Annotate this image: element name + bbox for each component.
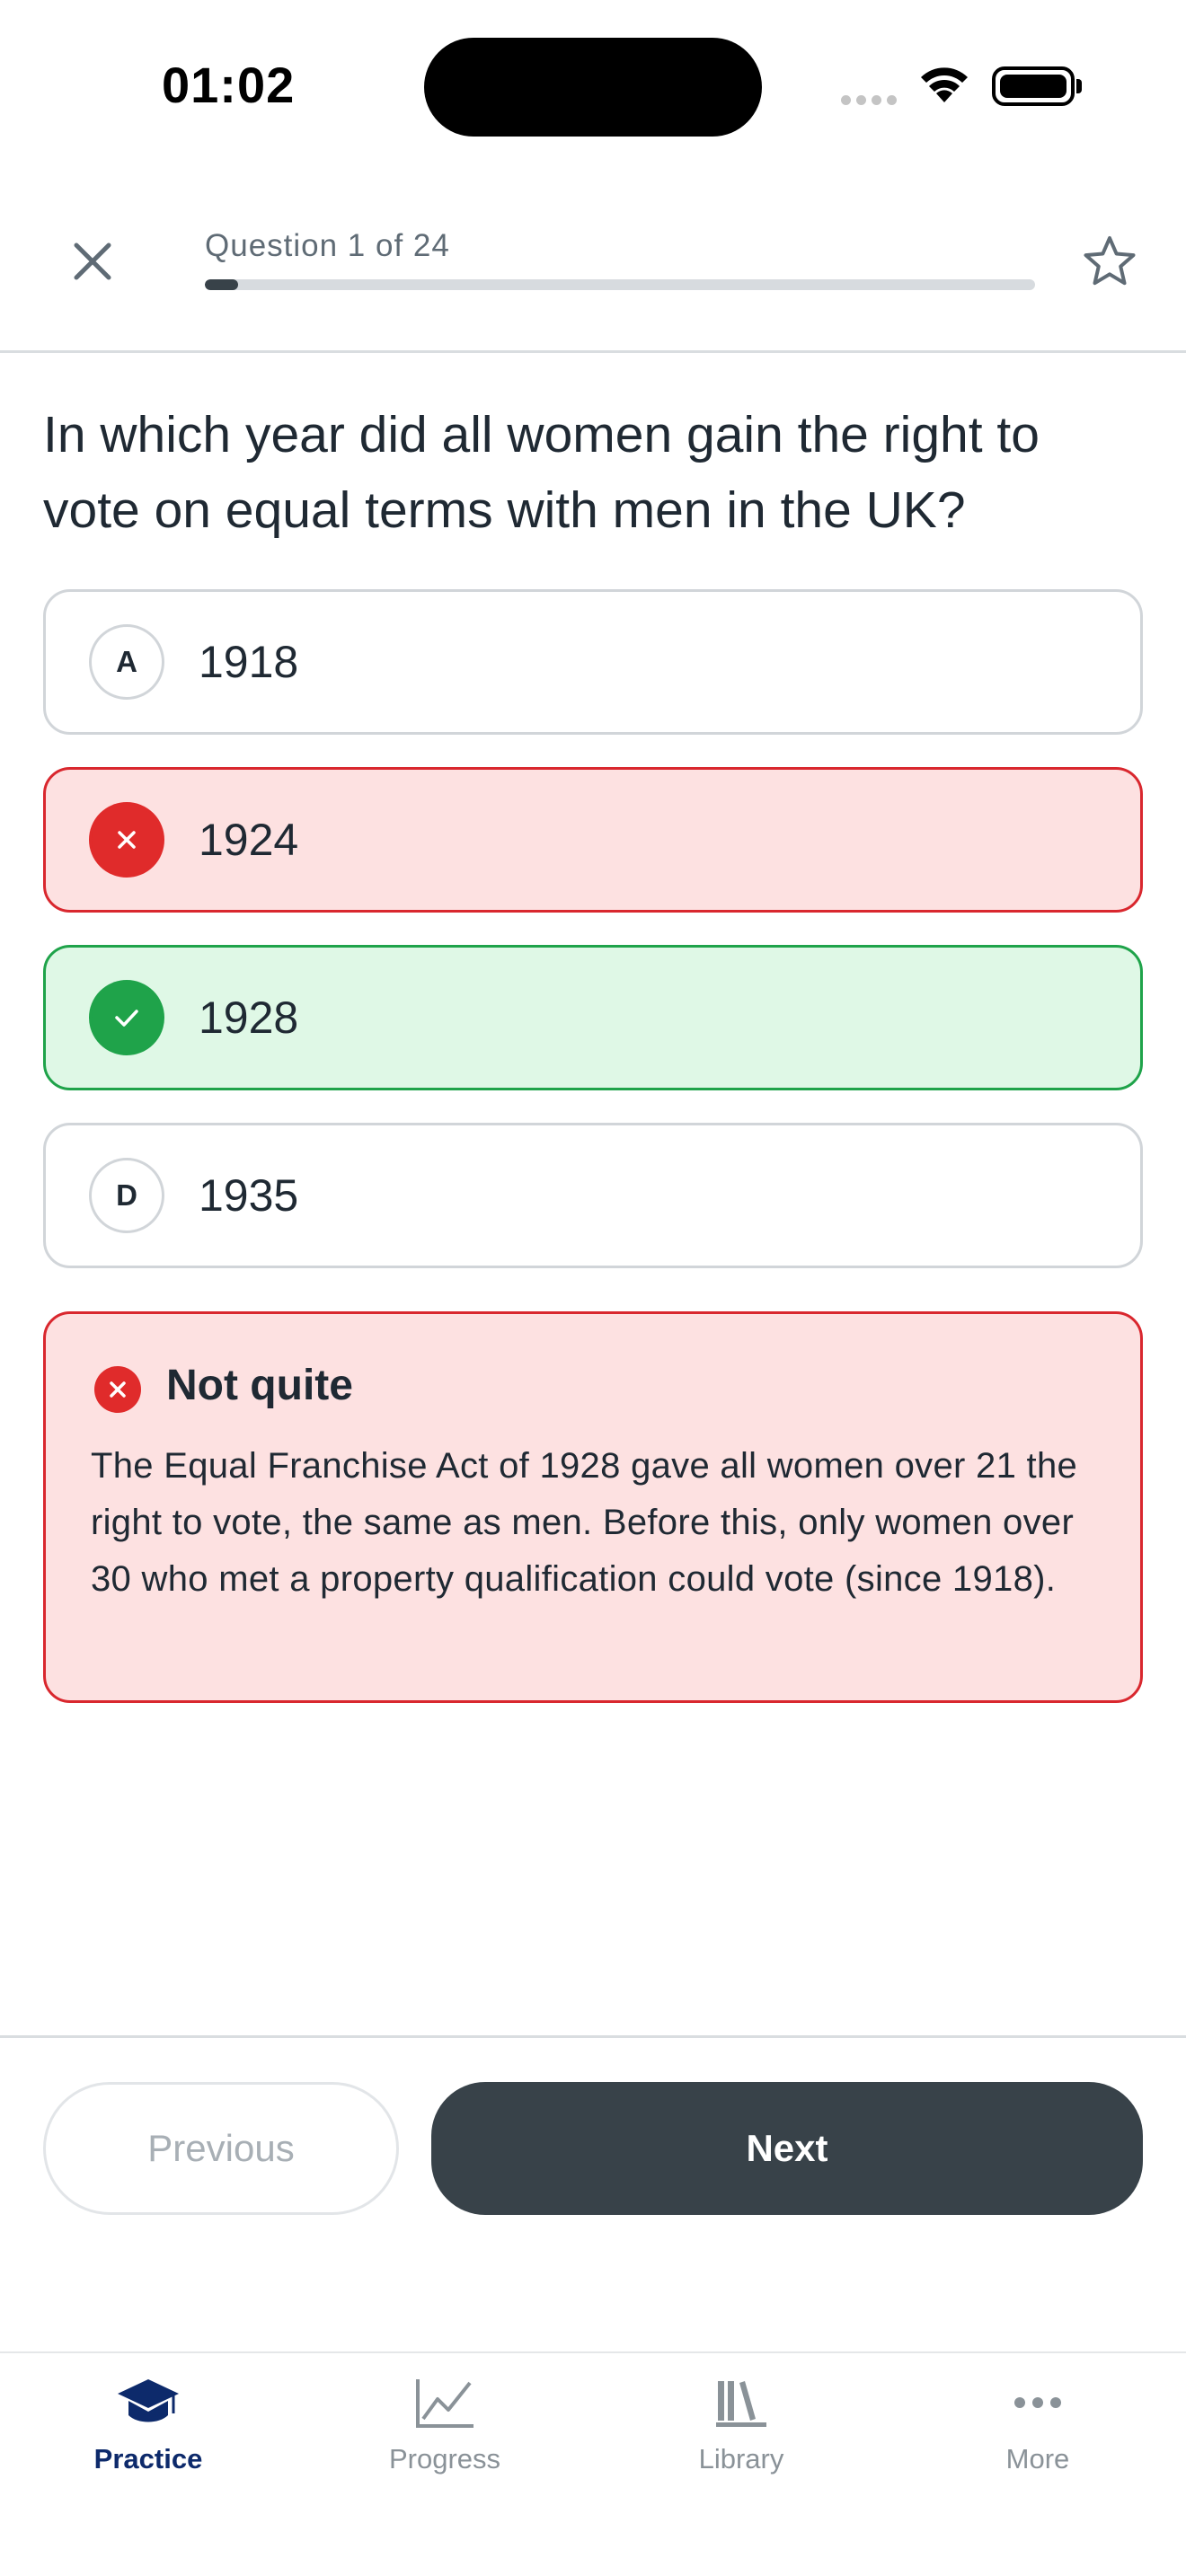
question-text: In which year did all women gain the rig…	[43, 406, 1040, 539]
battery-nub	[1076, 79, 1082, 93]
tab-practice[interactable]: Practice	[0, 2371, 296, 2488]
option-a-letter-badge: A	[89, 624, 164, 700]
option-c[interactable]: 1928	[43, 945, 1143, 1090]
tab-bar-divider	[0, 2351, 1186, 2353]
check-icon	[115, 1010, 138, 1027]
tab-library-label: Library	[698, 2443, 784, 2475]
battery-icon	[992, 66, 1075, 106]
feedback-panel: Not quite The Equal Franchise Act of 192…	[43, 1311, 1143, 1703]
header-divider	[0, 350, 1186, 353]
feedback-body: The Equal Franchise Act of 1928 gave all…	[91, 1446, 1078, 1599]
more-dots-icon	[1013, 2371, 1063, 2434]
cellular-signal-icon	[841, 93, 902, 110]
status-time: 01:02	[162, 57, 296, 113]
wifi-icon	[921, 67, 968, 102]
progress-bar	[205, 279, 1035, 290]
progress-label: Question 1 of 24	[205, 228, 450, 263]
next-button[interactable]: Next	[431, 2082, 1143, 2215]
tab-practice-label: Practice	[93, 2443, 203, 2475]
cross-icon	[118, 831, 136, 849]
line-chart-icon	[414, 2371, 475, 2434]
tab-library[interactable]: Library	[593, 2371, 890, 2488]
star-icon	[1084, 236, 1136, 286]
tab-progress-label: Progress	[388, 2443, 501, 2475]
close-icon	[74, 243, 111, 280]
tab-more-label: More	[1005, 2443, 1070, 2475]
option-c-label: 1928	[199, 992, 299, 1043]
previous-button[interactable]: Previous	[43, 2082, 399, 2215]
option-a-label: 1918	[199, 637, 299, 687]
correct-badge	[89, 980, 164, 1055]
option-b[interactable]: 1924	[43, 767, 1143, 913]
incorrect-badge	[89, 802, 164, 878]
graduation-cap-icon	[116, 2371, 181, 2434]
error-icon	[94, 1366, 141, 1413]
actions-divider	[0, 2035, 1186, 2038]
close-button[interactable]	[59, 228, 126, 295]
option-d-label: 1935	[199, 1170, 299, 1221]
option-b-label: 1924	[199, 815, 299, 865]
tab-progress[interactable]: Progress	[296, 2371, 593, 2488]
feedback-title: Not quite	[166, 1362, 353, 1409]
option-d[interactable]: D 1935	[43, 1123, 1143, 1268]
option-a[interactable]: A 1918	[43, 589, 1143, 735]
progress-bar-fill	[205, 279, 238, 290]
bookmark-button[interactable]	[1075, 226, 1145, 296]
books-icon	[714, 2371, 768, 2434]
option-d-letter-badge: D	[89, 1158, 164, 1233]
dynamic-island	[424, 38, 762, 137]
tab-more[interactable]: More	[890, 2371, 1186, 2488]
